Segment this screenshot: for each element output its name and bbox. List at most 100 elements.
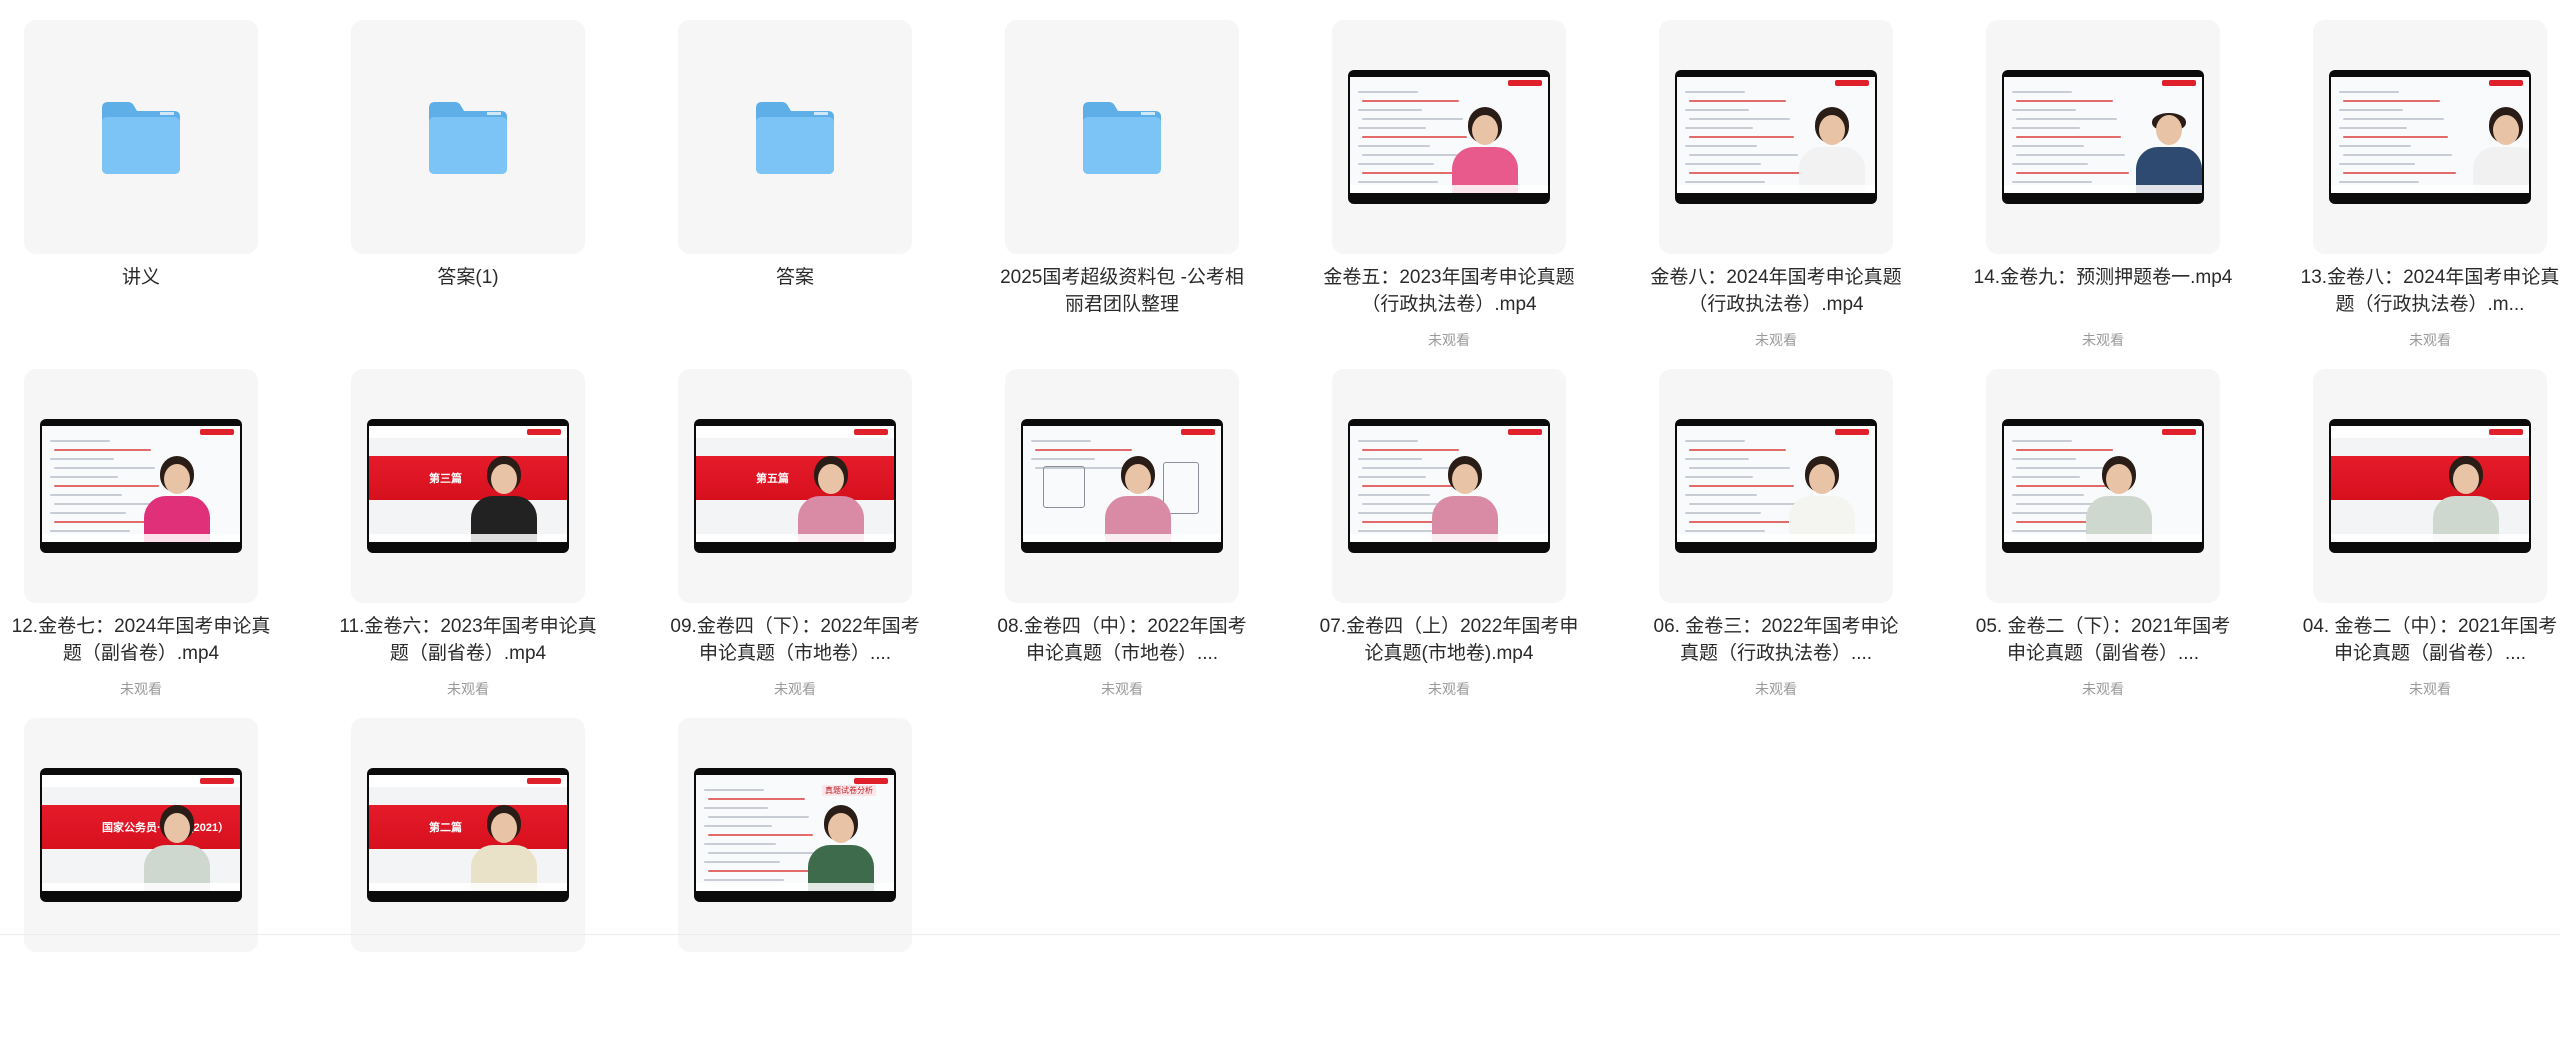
folder-item[interactable]: 答案: [654, 0, 954, 340]
video-item[interactable]: 06. 金卷三：2022年国考申论真题（行政执法卷）.... 未观看: [1635, 349, 1935, 697]
presenter: [142, 801, 212, 891]
video-card[interactable]: [1332, 369, 1566, 603]
video-thumbnail: [2002, 70, 2204, 204]
folder-card[interactable]: [351, 20, 585, 254]
slide-text-line: [1685, 181, 1765, 183]
thumbnail-caption-strip: [2331, 534, 2529, 542]
video-card[interactable]: [2313, 20, 2547, 254]
video-item[interactable]: 08.金卷四（中）：2022年国考申论真题（市地卷）.... 未观看: [981, 349, 1281, 697]
slide-text-line: [1031, 458, 1095, 460]
brand-logo: [2489, 80, 2523, 86]
brand-logo: [1508, 80, 1542, 86]
video-item[interactable]: 第五篇 09.金卷四（下）：2022年国考申论真题（市地卷）.... 未观看: [654, 349, 954, 697]
folder-item[interactable]: 讲义: [0, 0, 300, 340]
folder-card[interactable]: [678, 20, 912, 254]
video-card[interactable]: 国家公务员·申论（2021）: [24, 718, 258, 952]
thumbnail-overlay-text: 第二篇: [429, 822, 462, 834]
presenter: [1797, 103, 1867, 193]
video-item[interactable]: 04. 金卷二（中）：2021年国考申论真题（副省卷）.... 未观看: [2289, 349, 2560, 697]
item-title: 09.金卷四（下）：2022年国考申论真题（市地卷）....: [670, 616, 920, 664]
video-card[interactable]: [1332, 20, 1566, 254]
slide-text-line: [2012, 512, 2088, 514]
item-title: 13.金卷八：2024年国考申论真题（行政执法卷）.m...: [2300, 267, 2560, 315]
presenter-head: [1819, 115, 1845, 145]
thumbnail-screen: [1677, 426, 1875, 542]
video-card[interactable]: [1659, 20, 1893, 254]
video-item[interactable]: 07.金卷四（上）2022年国考申论真题(市地卷).mp4 未观看: [1308, 349, 1608, 697]
video-item[interactable]: 第二篇: [327, 698, 627, 1038]
video-item[interactable]: 国家公务员·申论（2021）: [0, 698, 300, 1038]
video-card[interactable]: [2313, 369, 2547, 603]
slide-text-line: [708, 852, 817, 854]
item-title: 金卷五：2023年国考申论真题（行政执法卷）.mp4: [1323, 267, 1575, 315]
thumbnail-header: [2331, 426, 2529, 438]
slide-text-line: [1689, 100, 1786, 102]
video-card[interactable]: 第二篇: [351, 718, 585, 952]
thumbnail-caption-strip: [696, 534, 894, 542]
video-card[interactable]: 第五篇: [678, 369, 912, 603]
slide-text-line: [704, 789, 764, 791]
folder-card[interactable]: [1005, 20, 1239, 254]
video-thumbnail: [1675, 70, 1877, 204]
slide-text-line: [2343, 172, 2456, 174]
folder-card[interactable]: [24, 20, 258, 254]
brand-logo: [2162, 80, 2196, 86]
video-card[interactable]: 第三篇: [351, 369, 585, 603]
thumbnail-overlay-text: 第三篇: [429, 473, 462, 485]
thumbnail-screen: [2004, 426, 2202, 542]
brand-logo: [854, 778, 888, 784]
video-item[interactable]: 金卷五：2023年国考申论真题（行政执法卷）.mp4 未观看: [1308, 0, 1608, 348]
presenter: [2431, 452, 2501, 542]
video-thumbnail: [2002, 419, 2204, 553]
thumbnail-header: [369, 426, 567, 438]
video-item[interactable]: 第三篇 11.金卷六：2023年国考申论真题（副省卷）.mp4 未观看: [327, 349, 627, 697]
slide-text-line: [2339, 163, 2415, 165]
watch-status: 未观看: [1755, 332, 1797, 348]
video-card[interactable]: [1986, 369, 2220, 603]
video-thumbnail: [1021, 419, 1223, 553]
slide-text-line: [704, 807, 768, 809]
video-item[interactable]: 05. 金卷二（下）：2021年国考申论真题（副省卷）.... 未观看: [1962, 349, 2262, 697]
presenter: [2471, 103, 2529, 193]
slide-text-line: [2016, 136, 2121, 138]
video-item[interactable]: 12.金卷七：2024年国考申论真题（副省卷）.mp4 未观看: [0, 349, 300, 697]
video-card[interactable]: [1005, 369, 1239, 603]
video-card[interactable]: 真题试卷分析: [678, 718, 912, 952]
item-title: 08.金卷四（中）：2022年国考申论真题（市地卷）....: [997, 616, 1247, 664]
video-card[interactable]: [24, 369, 258, 603]
presenter: [796, 452, 866, 542]
item-title: 04. 金卷二（中）：2021年国考申论真题（副省卷）....: [2302, 616, 2558, 664]
slide-text-line: [704, 825, 772, 827]
slide-text-line: [50, 512, 126, 514]
brand-logo: [527, 778, 561, 784]
item-title: 12.金卷七：2024年国考申论真题（副省卷）.mp4: [11, 616, 271, 664]
slide-text-line: [1685, 458, 1749, 460]
video-item[interactable]: 13.金卷八：2024年国考申论真题（行政执法卷）.m... 未观看: [2289, 0, 2560, 348]
brand-logo: [200, 429, 234, 435]
slide-text-line: [1358, 494, 1430, 496]
watch-status: 未观看: [1428, 681, 1470, 697]
slide-text-line: [708, 798, 805, 800]
slide-text-line: [50, 440, 110, 442]
slide-text-line: [1685, 476, 1753, 478]
slide-text-line: [50, 530, 130, 532]
watch-status: 未观看: [1428, 332, 1470, 348]
brand-logo: [1508, 429, 1542, 435]
slide-text-line: [50, 494, 122, 496]
thumbnail-screen: [1350, 426, 1548, 542]
brand-logo: [2489, 429, 2523, 435]
thumbnail-caption-strip: [1350, 534, 1548, 542]
slide-text-line: [1689, 503, 1798, 505]
video-item[interactable]: 14.金卷九：预测押题卷一.mp4 未观看: [1962, 0, 2262, 348]
watch-status: 未观看: [447, 681, 489, 697]
folder-item[interactable]: 答案(1): [327, 0, 627, 340]
video-card[interactable]: [1659, 369, 1893, 603]
video-item[interactable]: 真题试卷分析: [654, 698, 954, 1038]
presenter-head: [164, 813, 190, 843]
video-item[interactable]: 金卷八：2024年国考申论真题（行政执法卷）.mp4 未观看: [1635, 0, 1935, 348]
folder-item[interactable]: 2025国考超级资料包 -公考相丽君团队整理: [981, 0, 1281, 340]
slide-text-line: [1685, 109, 1749, 111]
thumbnail-caption-strip: [369, 534, 567, 542]
video-card[interactable]: [1986, 20, 2220, 254]
slide-text-line: [1358, 109, 1422, 111]
